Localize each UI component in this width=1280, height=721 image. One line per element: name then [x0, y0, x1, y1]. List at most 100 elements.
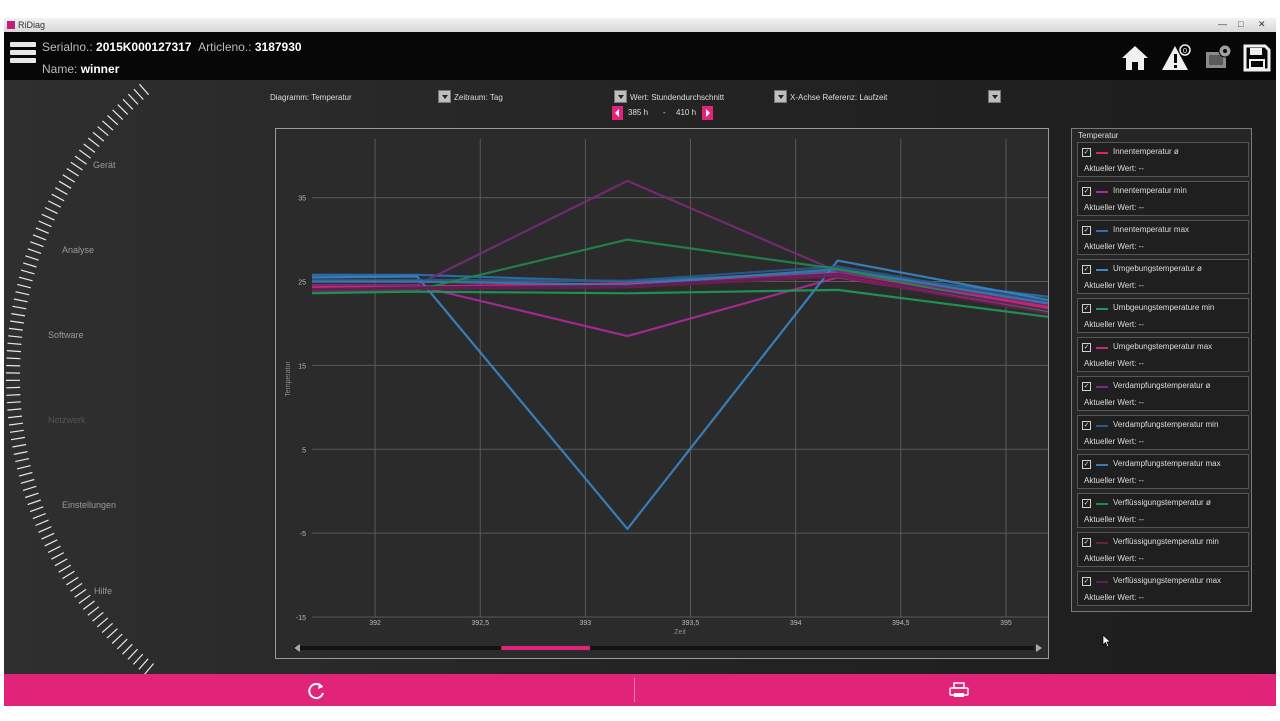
diagram-dropdown-icon[interactable] [438, 90, 451, 103]
legend-panel: Temperatur ✓ Innentemperatur ø Aktueller W… [1071, 128, 1252, 612]
x-tick-label: 392 [369, 620, 381, 627]
chart-scrollbar[interactable] [294, 644, 1042, 652]
value-value: Stundendurchschnitt [651, 93, 725, 102]
nav-arc-tick [122, 98, 134, 110]
value-dropdown-icon[interactable] [774, 90, 787, 103]
legend-checkbox[interactable]: ✓ [1082, 343, 1091, 352]
y-axis-label: Temperatur [285, 361, 292, 397]
nav-arc-tick [41, 213, 55, 221]
legend-checkbox[interactable]: ✓ [1082, 421, 1091, 430]
nav-item-geraet[interactable]: Gerät [93, 160, 116, 170]
nav-arc-tick [138, 658, 149, 670]
xaxis-select[interactable]: X-Achse Referenz: Laufzeit [790, 93, 887, 102]
x-tick-label: 395 [1000, 620, 1012, 627]
article-value: 3187930 [254, 40, 302, 54]
period-dropdown-icon[interactable] [614, 90, 627, 103]
legend-series-name: Verflüssigungstemperatur min [1113, 537, 1219, 546]
nav-item-software[interactable]: Software [48, 330, 84, 340]
nav-arc-tick [133, 88, 144, 100]
warning-icon[interactable]: 0 [1160, 42, 1194, 74]
legend-series-name: Umgebungstemperatur ø [1113, 264, 1202, 273]
legend-checkbox[interactable]: ✓ [1082, 265, 1091, 274]
nav-item-analyse[interactable]: Analyse [62, 245, 94, 255]
legend-checkbox[interactable]: ✓ [1082, 460, 1091, 469]
period-select[interactable]: Zeitraum: Tag [454, 93, 503, 102]
print-button[interactable] [635, 674, 1266, 706]
legend-checkbox[interactable]: ✓ [1082, 187, 1091, 196]
legend-checkbox[interactable]: ✓ [1082, 382, 1091, 391]
legend-item[interactable]: ✓ Innentemperatur max Aktueller Wert: -- [1077, 220, 1249, 255]
legend-item[interactable]: ✓ Verflüssigungstemperatur ø Aktueller Wer… [1077, 493, 1249, 528]
nav-item-hilfe[interactable]: Hilfe [94, 586, 112, 596]
refresh-icon [308, 683, 324, 700]
nav-arc-tick [11, 313, 26, 317]
scroll-left-arrow-icon[interactable] [294, 644, 300, 652]
range-prev-button[interactable] [612, 106, 623, 120]
legend-item[interactable]: ✓ Innentemperatur ø Aktueller Wert: -- [1077, 142, 1249, 177]
legend-item[interactable]: ✓ Verdampfungstemperatur max Aktueller Wer… [1077, 454, 1249, 489]
nav-arc-tick [74, 155, 87, 165]
legend-item[interactable]: ✓ Verflüssigungstemperatur max Aktueller W… [1077, 571, 1249, 606]
nav-item-einstellungen[interactable]: Einstellungen [62, 500, 116, 510]
legend-checkbox[interactable]: ✓ [1082, 226, 1091, 235]
chart-toolbar: Diagramm: Temperatur Zeitraum: Tag Wert:… [268, 88, 1008, 108]
nav-arc-tick [22, 485, 37, 491]
legend-current-value: Aktueller Wert: -- [1084, 359, 1144, 368]
value-select[interactable]: Wert: Stundendurchschnitt [630, 93, 724, 102]
nav-arc-tick [62, 570, 75, 580]
refresh-button[interactable] [4, 674, 635, 706]
temperature-chart[interactable]: -15-55152535392 392,5 393 393,5 394 394,5 395 … [276, 129, 1049, 658]
xaxis-dropdown-icon[interactable] [988, 90, 1001, 103]
app-icon [7, 21, 15, 29]
scrollbar-thumb[interactable] [501, 646, 590, 650]
legend-item[interactable]: ✓ Innentemperatur min Aktueller Wert: -- [1077, 181, 1249, 216]
nav-item-netzwerk[interactable]: Netzwerk [48, 415, 86, 425]
nav-arc-tick [127, 648, 138, 660]
window-titlebar: RiDiag — □ ✕ [4, 18, 1276, 32]
nav-arc-tick [6, 401, 21, 404]
series-line[interactable] [311, 259, 1049, 530]
nav-arc-tick [38, 220, 52, 228]
legend-series-name: Innentemperatur min [1113, 186, 1187, 195]
scroll-right-arrow-icon[interactable] [1036, 644, 1042, 652]
legend-current-value: Aktueller Wert: -- [1084, 242, 1144, 251]
mouse-cursor-icon [1102, 634, 1112, 648]
device-settings-icon[interactable] [1200, 42, 1234, 74]
home-icon[interactable] [1118, 42, 1152, 74]
legend-checkbox[interactable]: ✓ [1082, 499, 1091, 508]
legend-checkbox[interactable]: ✓ [1082, 148, 1091, 157]
legend-item[interactable]: ✓ Umbgeungstemperature min Aktueller Wert:… [1077, 298, 1249, 333]
legend-swatch [1096, 191, 1108, 193]
diagram-label: Diagramm: [270, 93, 310, 102]
legend-current-value: Aktueller Wert: -- [1084, 554, 1144, 563]
legend-series-name: Innentemperatur max [1113, 225, 1190, 234]
maximize-icon[interactable]: □ [1238, 19, 1243, 29]
legend-checkbox[interactable]: ✓ [1082, 538, 1091, 547]
value-label: Wert: [630, 93, 649, 102]
legend-item[interactable]: ✓ Verflüssigungstemperatur min Aktueller W… [1077, 532, 1249, 567]
nav-arc-tick [15, 458, 30, 463]
menu-icon[interactable] [10, 42, 36, 70]
legend-checkbox[interactable]: ✓ [1082, 577, 1091, 586]
minimize-icon[interactable]: — [1218, 19, 1227, 29]
legend-item[interactable]: ✓ Verdampfungstemperatur min Aktueller Wer… [1077, 415, 1249, 450]
nav-arc-tick [106, 628, 118, 639]
save-icon[interactable] [1240, 42, 1274, 74]
nav-arc-tick [15, 291, 30, 296]
close-icon[interactable]: ✕ [1258, 19, 1266, 30]
nav-arc-tick [8, 335, 23, 338]
diagram-select[interactable]: Diagramm: Temperatur [270, 93, 352, 102]
nav-arc-tick [35, 227, 49, 234]
legend-item[interactable]: ✓ Umgebungstemperatur ø Aktueller Wert: -- [1077, 259, 1249, 294]
x-tick-label: 393 [580, 620, 592, 627]
nav-arc-tick [107, 114, 119, 126]
legend-item[interactable]: ✓ Verdampfungstemperatur ø Aktueller Wert:… [1077, 376, 1249, 411]
range-next-button[interactable] [702, 106, 713, 120]
nav-arc-tick [38, 526, 52, 533]
nav-arc-tick [127, 93, 139, 105]
nav-arc-tick [117, 104, 129, 115]
printer-icon [949, 682, 969, 697]
nav-arc-tick [12, 305, 27, 310]
legend-checkbox[interactable]: ✓ [1082, 304, 1091, 313]
legend-item[interactable]: ✓ Umgebungstemperatur max Aktueller Wert: … [1077, 337, 1249, 372]
